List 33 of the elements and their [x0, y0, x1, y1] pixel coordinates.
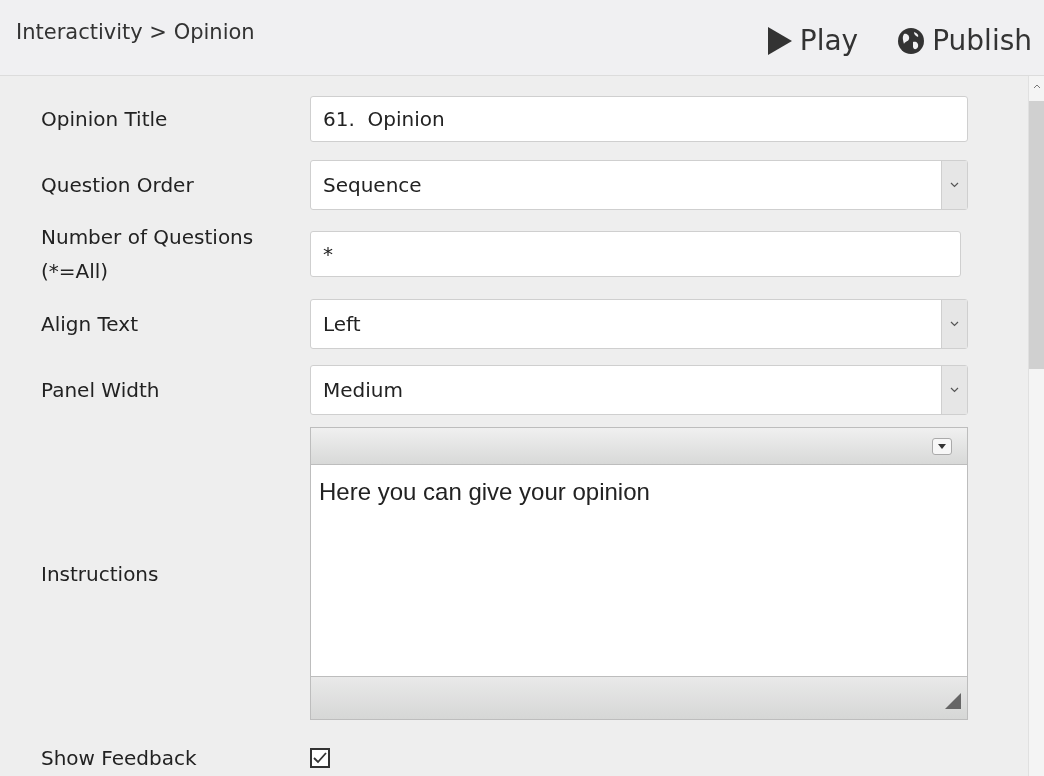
text-field[interactable]: 61. Opinion: [310, 96, 968, 142]
select-field[interactable]: Sequence: [310, 160, 968, 210]
scrollbar-thumb[interactable]: [1029, 101, 1044, 369]
field-label: Align Text: [41, 311, 139, 338]
play-button[interactable]: Play: [767, 20, 859, 62]
text-field[interactable]: *: [310, 231, 961, 277]
field-label: Question Order: [41, 172, 195, 199]
field-label: Panel Width: [41, 377, 161, 404]
play-icon: [767, 27, 792, 55]
chevron-down-icon: [950, 321, 959, 327]
globe-icon: [898, 28, 925, 54]
select-field[interactable]: Left: [310, 299, 968, 349]
select-value: Medium: [322, 377, 404, 404]
select-value: Left: [322, 311, 362, 338]
caret-down-icon: [938, 443, 946, 449]
select-field[interactable]: Medium: [310, 365, 968, 415]
field-label: Number of Questions (*=All): [41, 224, 255, 285]
chevron-down-icon: [950, 182, 959, 188]
field-label: Instructions: [41, 560, 160, 588]
field-label: Show Feedback: [41, 745, 198, 772]
chevron-down-icon: [950, 387, 959, 393]
scroll-up-icon[interactable]: [1032, 84, 1041, 89]
scrollbar[interactable]: [1028, 76, 1044, 776]
select-value: Sequence: [322, 172, 423, 199]
dropdown-button[interactable]: [932, 437, 952, 455]
breadcrumb: Interactivity > Opinion: [16, 19, 255, 46]
field-label: Opinion Title: [41, 106, 169, 133]
editor-text: Here you can give your opinion: [319, 478, 650, 505]
rich-text-editor[interactable]: Here you can give your opinion: [310, 427, 968, 720]
checkbox[interactable]: [310, 748, 330, 768]
check-icon: [313, 752, 327, 764]
resize-handle-icon[interactable]: [945, 693, 961, 709]
publish-button[interactable]: Publish: [898, 20, 1032, 62]
